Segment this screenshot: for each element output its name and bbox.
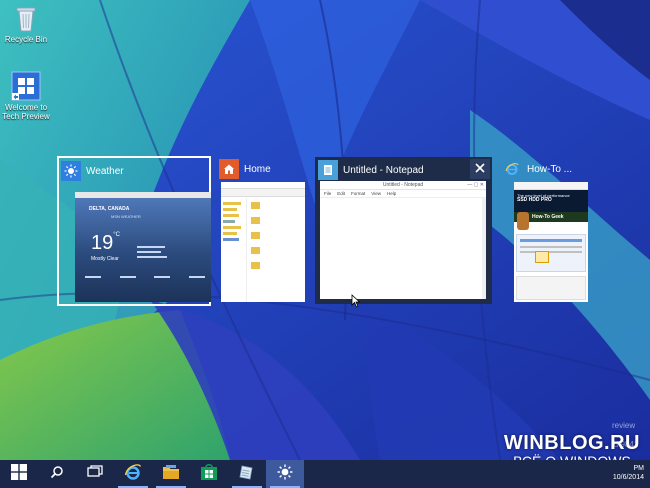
search-icon — [50, 465, 64, 484]
mouse-cursor-icon — [351, 294, 361, 308]
ie-icon — [502, 159, 522, 179]
ie-icon — [124, 463, 142, 486]
window-thumbnail: The new level of performance SSD HDD PRO… — [514, 182, 588, 302]
window-thumbnail — [221, 182, 305, 302]
window-title-bar: Home — [219, 158, 271, 180]
store-icon — [201, 463, 217, 485]
windows-logo-icon — [11, 71, 41, 101]
clock[interactable]: PM 10/6/2014 — [613, 460, 644, 488]
window-title: How-To ... — [527, 163, 573, 175]
window-title-bar: Weather — [61, 160, 124, 182]
window-title: Weather — [86, 165, 124, 177]
build-watermark: review — [612, 421, 636, 430]
desktop-icon-label: Recycle Bin — [4, 35, 48, 44]
task-view-button[interactable] — [76, 460, 114, 488]
taskbar-notepad[interactable] — [228, 460, 266, 488]
taskbar-internet-explorer[interactable] — [114, 460, 152, 488]
task-view-window-howto[interactable]: How-To ... The new level of performance … — [502, 158, 592, 304]
clock-date: 10/6/2014 — [612, 474, 644, 481]
desktop-icon-welcome[interactable]: Welcome to Tech Preview — [0, 71, 54, 121]
start-button[interactable] — [0, 460, 38, 488]
close-icon — [475, 160, 485, 178]
window-thumbnail: Untitled - Notepad — ▢ ✕ File Edit Forma… — [320, 181, 486, 299]
task-view-icon — [87, 464, 103, 484]
desktop-icon-recycle-bin[interactable]: Recycle Bin — [0, 3, 54, 44]
weather-temp: 19°C — [91, 232, 120, 254]
weather-forecast — [85, 276, 205, 298]
search-button[interactable] — [38, 460, 76, 488]
notepad-inner-title: Untitled - Notepad — [382, 182, 424, 188]
weather-sun-icon — [61, 161, 81, 181]
site-banner: The new level of performance SSD HDD PRO — [514, 190, 588, 212]
task-view-window-weather[interactable]: Weather DELTA, CANADA MSN WEATHER 19°C M… — [57, 156, 211, 306]
close-window-button[interactable] — [470, 159, 490, 179]
clock-time: PM — [633, 465, 645, 472]
weather-sun-icon — [277, 464, 293, 485]
taskbar: PM 10/6/2014 — [0, 460, 650, 488]
recycle-bin-icon — [11, 3, 41, 33]
file-explorer-icon — [162, 464, 180, 485]
taskbar-file-explorer[interactable] — [152, 460, 190, 488]
file-explorer-icon — [219, 159, 239, 179]
window-title: Home — [244, 163, 271, 175]
notepad-icon — [318, 160, 338, 180]
weather-details — [137, 244, 173, 272]
notepad-icon — [239, 464, 255, 485]
window-thumbnail: DELTA, CANADA MSN WEATHER 19°C Mostly Cl… — [75, 192, 211, 302]
notepad-menu: File Edit Format View Help — [320, 190, 486, 198]
task-view-window-home[interactable]: Home — [219, 158, 307, 304]
desktop-icon-label: Welcome to Tech Preview — [2, 103, 50, 121]
window-title: Untitled - Notepad — [343, 164, 424, 176]
taskbar-store[interactable] — [190, 460, 228, 488]
windows-logo-icon — [11, 463, 27, 485]
task-view-window-notepad[interactable]: Untitled - Notepad Untitled - Notepad — … — [315, 157, 492, 304]
weather-location: DELTA, CANADA — [89, 206, 130, 212]
weather-condition: Mostly Clear — [91, 256, 119, 262]
weather-source: MSN WEATHER — [111, 214, 141, 219]
window-title-bar: How-To ... — [502, 158, 572, 180]
window-title-bar: Untitled - Notepad — [318, 159, 424, 181]
taskbar-weather[interactable] — [266, 460, 304, 488]
